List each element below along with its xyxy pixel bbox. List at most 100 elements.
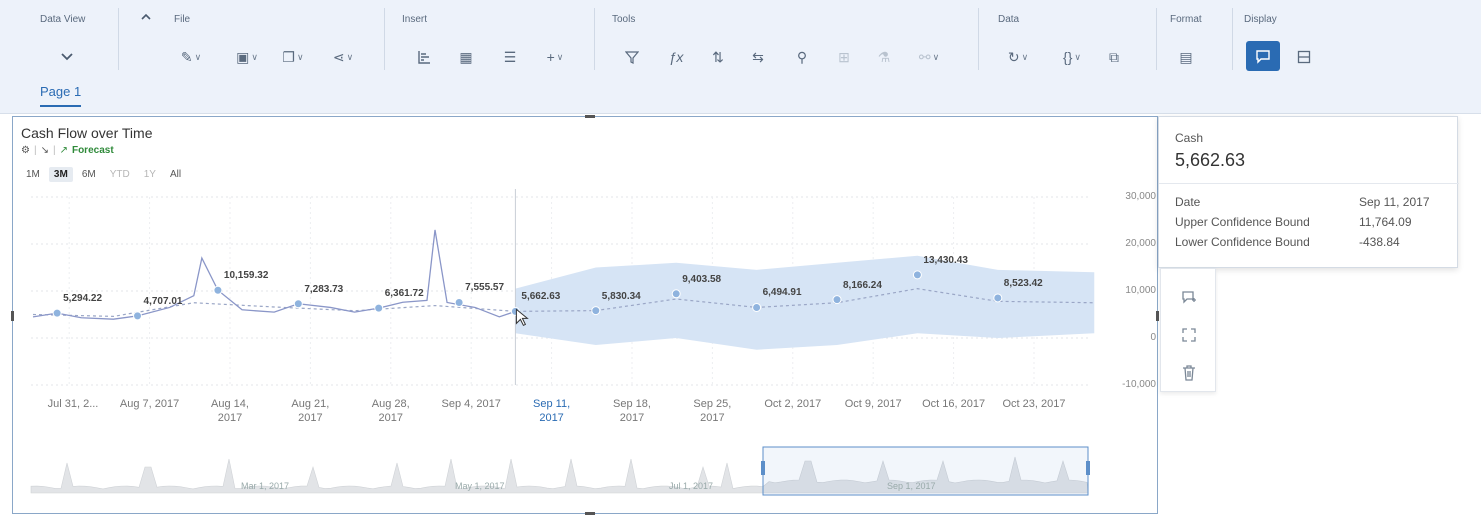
tooltip-row-value: Sep 11, 2017 [1359, 195, 1430, 209]
save-icon[interactable]: ▣ ∨ [230, 46, 264, 68]
input-control-icon[interactable]: ☰ [498, 46, 522, 68]
toolbar-separator [118, 8, 119, 70]
explorer-icon[interactable]: ⚯ ∨ [912, 46, 946, 68]
navigator-label: Jul 1, 2017 [669, 481, 714, 491]
fullscreen-icon[interactable] [1179, 325, 1199, 345]
ranking-icon[interactable]: ⇆ [746, 46, 770, 68]
tooltip-row-key: Date [1175, 195, 1201, 209]
variables-icon[interactable]: {} ∨ [1054, 46, 1090, 68]
x-tick-line2: 2017 [539, 412, 564, 424]
edit-tools-icon[interactable]: ✎ ∨ [174, 46, 208, 68]
formula-icon[interactable]: ƒx [664, 46, 688, 68]
data-point [832, 295, 842, 305]
tooltip-row-value: -438.84 [1359, 235, 1400, 249]
tab-page-1[interactable]: Page 1 [40, 84, 82, 107]
x-tick-label: Aug 21, 2017 [270, 397, 350, 425]
x-tick-label: Sep 18, 2017 [592, 397, 672, 425]
widget-action-panel [1160, 268, 1216, 392]
toolbar-separator [1156, 8, 1157, 70]
data-label: 8,166.24 [843, 279, 882, 291]
comment-add-icon[interactable] [1179, 287, 1199, 307]
x-tick-line1: Jul 31, 2... [47, 398, 99, 410]
x-tick-line1: Sep 4, 2017 [441, 398, 501, 410]
layout-icon[interactable] [1292, 46, 1316, 68]
insert-group: Insert ▦ ☰ + ∨ [402, 10, 582, 72]
display-group: Display [1244, 10, 1344, 72]
hierarchy-icon[interactable]: ⚲ [790, 46, 814, 68]
x-tick-label: Aug 14, 2017 [190, 397, 270, 425]
chart-plot[interactable] [13, 117, 1159, 515]
x-tick-label: Aug 7, 2017 [110, 397, 190, 411]
data-point [912, 270, 922, 280]
tooltip-row-key: Upper Confidence Bound [1175, 215, 1310, 229]
data-title: Data [998, 14, 1020, 25]
sort-icon[interactable]: ⇅ [706, 46, 730, 68]
x-tick-line1: Aug 14, [211, 398, 249, 410]
data-label: 8,523.42 [1003, 277, 1043, 289]
data-label: 5,662.63 [521, 291, 561, 303]
comment-icon[interactable] [1246, 41, 1280, 71]
data-label: 10,159.32 [223, 270, 269, 282]
data-source-icon[interactable]: ⧉ [1102, 46, 1126, 68]
data-group: Data ↻ ∨ {} ∨ ⧉ [998, 10, 1148, 72]
toolbar-separator [1232, 8, 1233, 70]
data-view-group: Data View [40, 10, 110, 72]
data-label: 13,430.43 [923, 254, 968, 266]
data-point [752, 302, 762, 312]
tooltip-measure-value: 5,662.63 [1175, 150, 1246, 170]
confidence-band [515, 255, 1095, 350]
data-label: 7,283.73 [304, 283, 344, 295]
toolbar-separator [384, 8, 385, 70]
refresh-icon[interactable]: ↻ ∨ [1000, 46, 1036, 68]
chart-icon[interactable] [412, 46, 436, 68]
data-point [454, 297, 464, 307]
smart-insights-icon[interactable]: ⚗ [872, 46, 896, 68]
add-icon[interactable]: + ∨ [538, 46, 572, 68]
page-tab-bar: Page 1 [0, 78, 1481, 114]
data-point [213, 285, 223, 295]
x-tick-line1: Oct 16, 2017 [922, 398, 986, 410]
tools-title: Tools [612, 14, 636, 25]
x-tick-label: Sep 4, 2017 [431, 397, 511, 411]
chevron-up-icon[interactable] [138, 8, 154, 26]
share-icon[interactable]: ⋖ ∨ [326, 46, 360, 68]
linked-analysis-icon[interactable]: ⊞ [832, 46, 856, 68]
data-point [52, 308, 62, 318]
x-tick-line1: Aug 7, 2017 [119, 398, 180, 410]
data-label: 6,361.72 [384, 288, 424, 300]
chevron-down-icon[interactable] [54, 46, 80, 68]
x-tick-label: Oct 23, 2017 [994, 397, 1074, 411]
toolbar-separator [978, 8, 979, 70]
tooltip-measure-label: Cash [1175, 131, 1204, 145]
x-tick-line1: Oct 23, 2017 [1002, 398, 1066, 410]
tooltip-row-date: Date Sep 11, 2017 [1175, 195, 1445, 209]
chart-widget[interactable]: Cash Flow over Time ⚙ | ↘ | ↗ Forecast 1… [11, 115, 1159, 515]
x-tick-line1: Sep 18, [613, 398, 651, 410]
data-point [293, 299, 303, 309]
toolbar: Data View File ✎ ∨ ▣ ∨ ❐ ∨ ⋖ ∨ Insert ▦ ☰ + ∨… [0, 0, 1481, 78]
tooltip-row-upper: Upper Confidence Bound 11,764.09 [1175, 215, 1445, 229]
x-tick-label: Oct 2, 2017 [753, 397, 833, 411]
toolbar-separator [594, 8, 595, 70]
tools-group: Tools ƒx ⇅ ⇆ ⚲ ⊞ ⚗ ⚯ ∨ [612, 10, 972, 72]
navigator-label: Mar 1, 2017 [241, 481, 290, 491]
x-tick-label: Jul 31, 2... [33, 397, 113, 411]
x-tick-line1: Sep 25, [693, 398, 732, 410]
file-group: File ✎ ∨ ▣ ∨ ❐ ∨ ⋖ ∨ [138, 10, 378, 72]
data-label: 6,494.91 [762, 287, 802, 299]
x-tick-label: Sep 11, 2017 [512, 397, 592, 425]
data-label: 4,707.01 [143, 295, 183, 307]
x-tick-line1: Aug 28, [371, 398, 410, 410]
format-icon[interactable]: ▤ [1174, 46, 1198, 68]
copy-icon[interactable]: ❐ ∨ [276, 46, 310, 68]
table-icon[interactable]: ▦ [454, 46, 478, 68]
actual-line [32, 229, 516, 320]
data-point [993, 293, 1003, 303]
filter-icon[interactable] [620, 46, 644, 68]
x-tick-line1: Aug 21, [291, 398, 330, 410]
x-tick-line2: 2017 [700, 412, 725, 424]
x-tick-label: Sep 25, 2017 [672, 397, 752, 425]
insert-title: Insert [402, 14, 428, 25]
trash-icon[interactable] [1179, 363, 1199, 383]
x-tick-line1: Oct 9, 2017 [844, 398, 902, 410]
